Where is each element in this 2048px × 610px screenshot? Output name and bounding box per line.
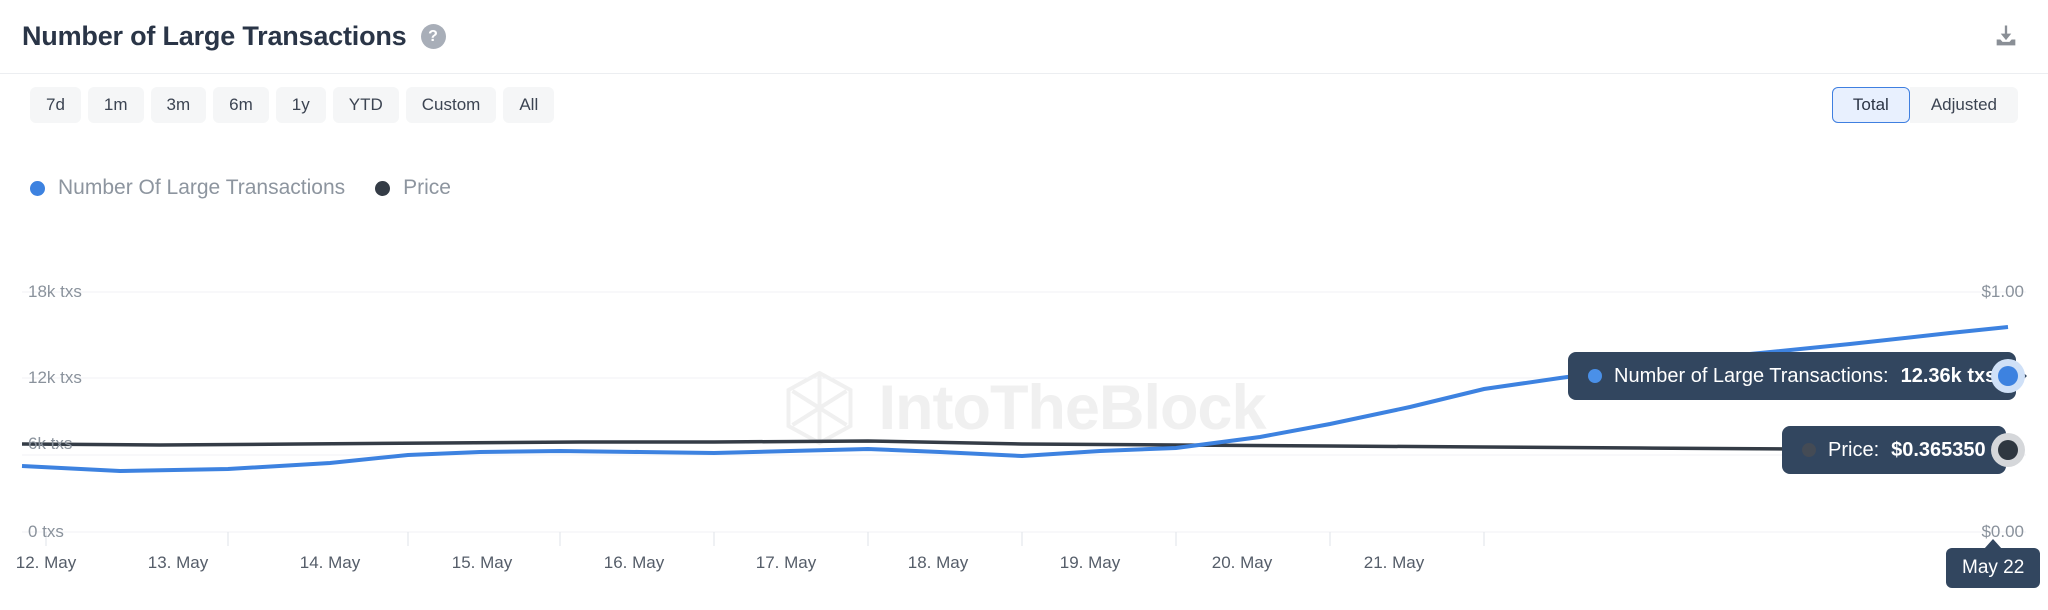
x-axis-label-20may: 20. May [1211,553,1273,572]
x-tick-marks [45,532,1485,546]
y-axis-right-label-1: $1.00 [1981,282,2024,301]
endpoint-inner-transactions [1998,366,2018,386]
toggle-button-total[interactable]: Total [1831,87,1910,123]
tooltip-dot-price [1802,443,1816,457]
x-axis-label-15may: 15. May [451,553,513,572]
x-axis-label-17may: 17. May [755,553,817,572]
chart-canvas [21,291,2026,546]
tooltip-dot-transactions [1588,369,1602,383]
x-axis-label-13may: 13. May [147,553,209,572]
endpoint-price [1991,433,2025,467]
tooltip-transactions-prefix: Number of Large Transactions: [1614,364,1889,387]
tooltip-price: Price: $0.365350 [1782,426,2006,474]
y-axis-label-6k: 6k txs [28,434,73,453]
endpoint-inner-price [1998,440,2018,460]
tooltip-transactions-value: 12.36k txs [1900,364,1997,387]
chart-page: Number of Large Transactions ? 7d 1m 3m … [0,0,2048,610]
price-line [21,439,2009,453]
x-axis-label-14may: 14. May [299,553,361,572]
y-axis-label-18k: 18k txs [28,282,82,301]
tooltip-price-value: $0.365350 [1891,438,1986,461]
x-axis-crosshair-date-badge: May 22 [1946,548,2041,588]
x-axis-label-21may: 21. May [1363,553,1425,572]
gridlines [22,291,2026,533]
x-axis-label-12may: 12. May [15,553,77,572]
endpoint-transactions [1991,359,2025,393]
y-axis-label-0: 0 txs [28,522,64,541]
tooltip-price-prefix: Price: [1828,438,1880,461]
x-axis-label-16may: 16. May [603,553,665,572]
x-axis-label-19may: 19. May [1059,553,1121,572]
x-axis-label-18may: 18. May [907,553,969,572]
tooltip-transactions: Number of Large Transactions: 12.36k txs [1568,352,2017,400]
y-axis-label-12k: 12k txs [28,368,82,387]
